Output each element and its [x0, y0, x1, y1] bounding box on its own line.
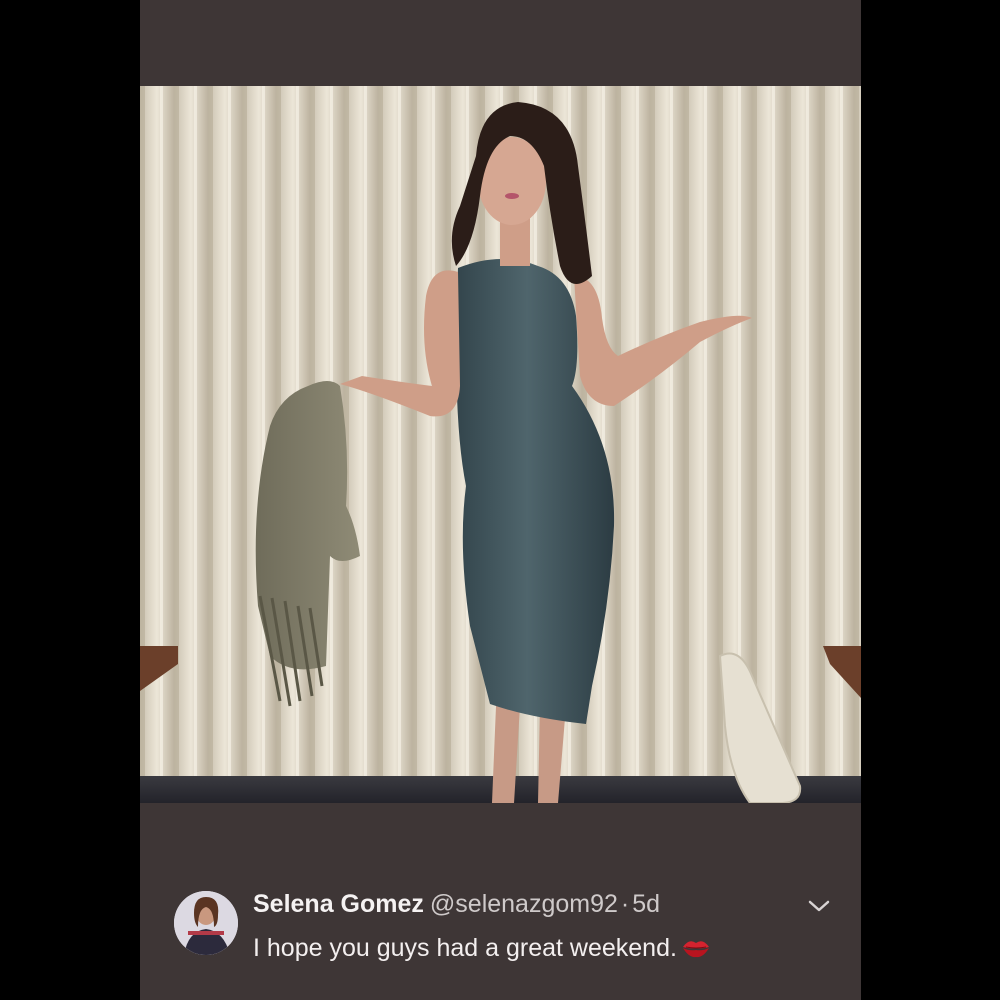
avatar-image: [174, 891, 238, 955]
kiss-mark-icon: [681, 936, 711, 968]
tweet-text: I hope you guys had a great weekend.: [253, 934, 677, 962]
tweet-header: Selena Gomez @selenazgom92 · 5d: [253, 889, 660, 919]
display-name[interactable]: Selena Gomez: [253, 890, 424, 918]
lips: [505, 193, 519, 199]
avatar[interactable]: [174, 891, 238, 955]
tweet-card: Selena Gomez @selenazgom92 · 5d I hope you …: [140, 0, 861, 1000]
tweet-footer: Selena Gomez @selenazgom92 · 5d I hope you …: [140, 872, 861, 982]
tweet-photo[interactable]: [140, 86, 861, 803]
screen: Selena Gomez @selenazgom92 · 5d I hope you …: [0, 0, 1000, 1000]
tweet-text-line: I hope you guys had a great weekend.: [253, 932, 711, 968]
photo-illustration: [140, 86, 861, 803]
tweet-age[interactable]: 5d: [632, 890, 660, 918]
chevron-down-icon[interactable]: [804, 894, 834, 918]
user-handle[interactable]: @selenazgom92: [430, 890, 618, 918]
separator-dot: ·: [620, 890, 630, 918]
